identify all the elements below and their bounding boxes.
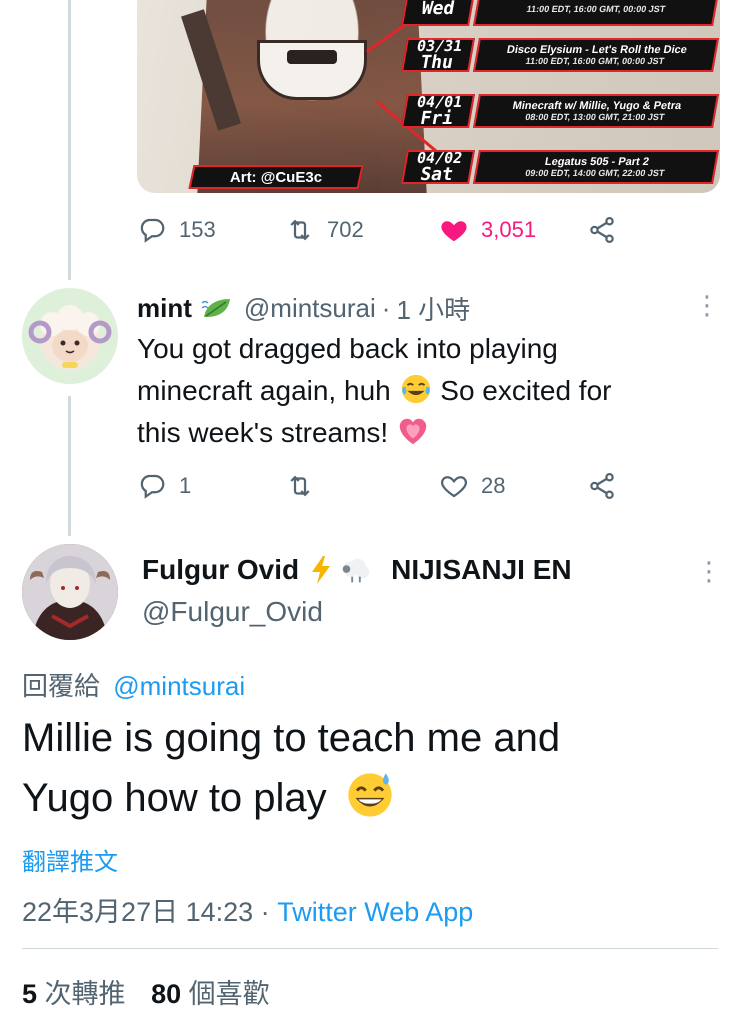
avatar[interactable] bbox=[22, 288, 118, 384]
schedule-times: 09:00 EDT, 14:00 GMT, 22:00 JST bbox=[524, 168, 666, 179]
retweet-stat-count: 5 bbox=[22, 979, 38, 1009]
separator: · bbox=[381, 292, 391, 323]
reply-text-line: minecraft again, huh bbox=[137, 375, 391, 406]
tweet-source-link[interactable]: Twitter Web App bbox=[277, 897, 473, 927]
reply-header: mint @mintsurai · 1 小時 bbox=[137, 288, 470, 328]
replying-prefix: 回覆給 bbox=[22, 671, 101, 701]
retweets-stat[interactable]: 5 次轉推 bbox=[22, 979, 126, 1009]
schedule-title: Legatus 505 - Part 2 bbox=[543, 155, 650, 168]
main-author-org: NIJISANJI EN bbox=[391, 554, 572, 585]
schedule-info: Legatus 505 - Part 2 09:00 EDT, 14:00 GM… bbox=[473, 150, 719, 184]
art-collar bbox=[257, 40, 367, 100]
schedule-weekday: Wed bbox=[419, 0, 457, 19]
reply-icon bbox=[140, 474, 165, 499]
leaf-icon bbox=[201, 299, 230, 317]
main-author-row: Fulgur Ovid NIJISANJI EN bbox=[142, 550, 572, 590]
character-avatar-icon bbox=[22, 544, 118, 640]
schedule-image[interactable]: Wed 11:00 EDT, 16:00 GMT, 00:00 JST 03/3… bbox=[137, 0, 720, 193]
share-button[interactable] bbox=[587, 210, 617, 250]
schedule-date: Wed bbox=[401, 0, 475, 26]
schedule-row: 04/02 Sat Legatus 505 - Part 2 09:00 EDT… bbox=[401, 149, 719, 185]
like-stat-count: 80 bbox=[151, 979, 182, 1009]
share-button[interactable] bbox=[587, 466, 617, 506]
replying-to-mention[interactable]: @mintsurai bbox=[113, 671, 245, 701]
reply-time[interactable]: 1 小時 bbox=[396, 290, 470, 327]
sheep-icon bbox=[342, 558, 370, 583]
art-credit: Art: @CuE3c bbox=[188, 165, 364, 189]
reply-text-line: this week's streams! bbox=[137, 417, 389, 448]
parent-action-bar: 153 702 3,051 bbox=[137, 210, 627, 250]
share-icon bbox=[590, 217, 614, 243]
art-choker bbox=[287, 50, 337, 64]
main-author-handle[interactable]: @Fulgur_Ovid bbox=[142, 596, 323, 628]
retweet-button[interactable] bbox=[285, 466, 327, 506]
main-text-line: Yugo how to play bbox=[22, 776, 327, 820]
separator: · bbox=[260, 897, 270, 927]
reply-text-line: So excited for bbox=[440, 375, 612, 406]
schedule-weekday: Fri bbox=[418, 107, 455, 129]
reply-icon bbox=[140, 218, 165, 243]
lightning-icon bbox=[312, 556, 331, 584]
share-icon bbox=[590, 473, 614, 499]
main-text-line: Millie is going to teach me and bbox=[22, 716, 561, 760]
reply-author-name[interactable]: mint bbox=[137, 293, 192, 324]
schedule-row: 03/31 Thu Disco Elysium - Let's Roll the… bbox=[401, 37, 719, 73]
retweet-button[interactable]: 702 bbox=[285, 210, 364, 250]
tweet-meta: 22年3月27日 14:23 · Twitter Web App bbox=[22, 890, 473, 929]
main-tweet-text: Millie is going to teach me and Yugo how… bbox=[22, 708, 712, 828]
reply-author-handle[interactable]: @mintsurai bbox=[244, 293, 376, 324]
main-author-name[interactable]: Fulgur Ovid bbox=[142, 554, 299, 586]
schedule-title: Disco Elysium - Let's Roll the Dice bbox=[505, 43, 688, 56]
reply-button[interactable]: 1 bbox=[137, 466, 191, 506]
schedule-row: Wed 11:00 EDT, 16:00 GMT, 00:00 JST bbox=[401, 0, 719, 26]
like-button[interactable]: 3,051 bbox=[439, 210, 536, 250]
retweet-stat-label: 次轉推 bbox=[44, 979, 126, 1009]
schedule-times: 11:00 EDT, 16:00 GMT, 00:00 JST bbox=[524, 56, 666, 67]
divider bbox=[22, 948, 718, 949]
retweet-icon bbox=[290, 475, 310, 497]
heart-outline-icon bbox=[441, 476, 467, 498]
grinning-sweat-emoji-icon bbox=[348, 773, 392, 817]
avatar[interactable] bbox=[22, 544, 118, 640]
schedule-times: 11:00 EDT, 16:00 GMT, 00:00 JST bbox=[525, 3, 667, 14]
retweet-count: 702 bbox=[327, 217, 364, 242]
art-credit-text: Art: @CuE3c bbox=[229, 168, 323, 186]
schedule-title: Minecraft w/ Millie, Yugo & Petra bbox=[511, 99, 683, 112]
more-options-icon[interactable]: ⋮ bbox=[696, 558, 722, 584]
more-options-icon[interactable]: ⋮ bbox=[694, 292, 720, 318]
schedule-row: 04/01 Fri Minecraft w/ Millie, Yugo & Pe… bbox=[401, 93, 719, 129]
reply-button[interactable]: 153 bbox=[137, 210, 216, 250]
like-button[interactable]: 28 bbox=[439, 466, 505, 506]
reply-action-bar: 1 28 bbox=[137, 466, 627, 506]
retweet-icon bbox=[290, 219, 310, 241]
likes-stat[interactable]: 80 個喜歡 bbox=[151, 979, 270, 1009]
schedule-weekday: Sat bbox=[418, 163, 455, 185]
tweet-timestamp[interactable]: 22年3月27日 14:23 bbox=[22, 897, 253, 927]
reply-count: 1 bbox=[179, 473, 192, 498]
replying-to: 回覆給 @mintsurai bbox=[22, 666, 245, 703]
heart-filled-icon bbox=[441, 221, 467, 242]
like-stat-label: 個喜歡 bbox=[188, 979, 270, 1009]
tweet-stats: 5 次轉推 80 個喜歡 bbox=[22, 972, 270, 1011]
schedule-date: 04/01 Fri bbox=[401, 93, 475, 129]
reply-count: 153 bbox=[179, 217, 216, 242]
thread-line bbox=[68, 0, 71, 280]
like-count: 28 bbox=[481, 473, 506, 498]
sparkling-heart-emoji-icon bbox=[399, 418, 427, 445]
thread-line bbox=[68, 396, 71, 536]
reply-text: You got dragged back into playing minecr… bbox=[137, 328, 697, 454]
schedule-info: Minecraft w/ Millie, Yugo & Petra 08:00 … bbox=[473, 94, 719, 128]
tears-of-joy-emoji-icon bbox=[401, 374, 430, 404]
schedule-date: 04/02 Sat bbox=[401, 149, 475, 185]
schedule-weekday: Thu bbox=[418, 51, 455, 73]
like-count: 3,051 bbox=[481, 217, 537, 242]
schedule-date: 03/31 Thu bbox=[401, 37, 475, 73]
translate-tweet-link[interactable]: 翻譯推文 bbox=[22, 842, 118, 877]
schedule-info: Disco Elysium - Let's Roll the Dice 11:0… bbox=[473, 38, 719, 72]
reply-text-line: You got dragged back into playing bbox=[137, 333, 558, 364]
schedule-info: 11:00 EDT, 16:00 GMT, 00:00 JST bbox=[473, 0, 719, 26]
sheep-avatar-icon bbox=[28, 305, 112, 370]
schedule-times: 08:00 EDT, 13:00 GMT, 21:00 JST bbox=[524, 112, 666, 123]
